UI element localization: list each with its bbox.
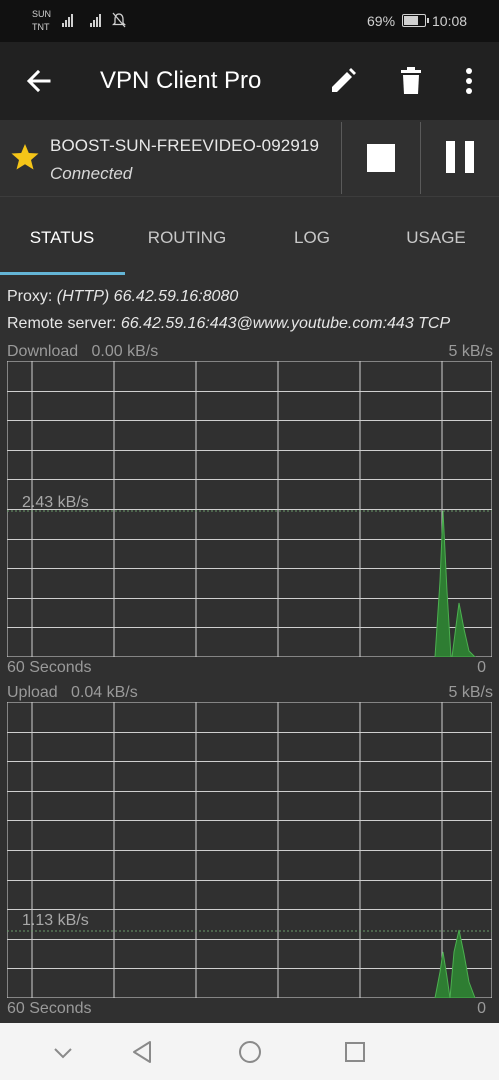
carrier-labels: SUN TNT	[32, 8, 51, 34]
connection-info: Proxy: (HTTP) 66.42.59.16:8080 Remote se…	[0, 284, 499, 340]
upload-current: 0.04 kB/s	[71, 684, 138, 701]
upload-time-zero: 0	[477, 1000, 486, 1017]
vpn-profile-row: BOOST-SUN-FREEVIDEO-092919 Connected	[0, 120, 499, 197]
tab-log[interactable]: LOG	[250, 198, 374, 276]
upload-mid-label: 1.13 kB/s	[22, 912, 89, 929]
profile-name: BOOST-SUN-FREEVIDEO-092919	[50, 136, 320, 155]
pause-button[interactable]	[421, 120, 499, 197]
download-graph-footer: 60 Seconds 0	[7, 659, 493, 677]
pause-icon	[446, 141, 455, 173]
star-icon[interactable]	[10, 142, 40, 172]
circle-home-icon[interactable]	[235, 1037, 265, 1067]
stop-button[interactable]	[343, 120, 420, 197]
download-time-span: 60 Seconds	[7, 659, 92, 676]
divider	[341, 122, 342, 194]
remote-value: 66.42.59.16:443@www.youtube.com:443 TCP	[120, 315, 451, 332]
app-title: VPN Client Pro	[100, 67, 262, 94]
download-mid-label: 2.43 kB/s	[22, 494, 89, 511]
tab-status[interactable]: STATUS	[0, 198, 124, 276]
system-status-bar: SUN TNT 69% 10:08	[0, 0, 499, 42]
upload-graph	[7, 702, 492, 998]
upload-graph-footer: 60 Seconds 0	[7, 1000, 493, 1018]
arrow-back-icon[interactable]	[22, 64, 56, 98]
tab-indicator	[0, 272, 125, 275]
proxy-value: (HTTP) 66.42.59.16:8080	[56, 288, 239, 305]
tab-bar: STATUS ROUTING LOG USAGE	[0, 198, 499, 276]
carrier-top: SUN	[32, 9, 52, 19]
download-time-zero: 0	[477, 659, 486, 676]
carrier-bottom: TNT	[32, 22, 50, 32]
system-nav-bar	[0, 1023, 499, 1080]
download-current: 0.00 kB/s	[91, 343, 159, 360]
download-max: 5 kB/s	[448, 343, 493, 360]
remote-label: Remote server:	[7, 315, 117, 332]
tab-usage[interactable]: USAGE	[374, 198, 498, 276]
remote-server-line: Remote server: 66.42.59.16:443@www.youtu…	[7, 315, 450, 333]
battery-icon	[402, 14, 429, 27]
connection-status: Connected	[50, 164, 133, 183]
pencil-icon[interactable]	[326, 64, 360, 98]
download-graph-header: Download 0.00 kB/s 5 kB/s	[7, 343, 493, 361]
square-recents-icon[interactable]	[340, 1037, 370, 1067]
chevron-down-icon[interactable]	[48, 1037, 78, 1067]
proxy-line: Proxy: (HTTP) 66.42.59.16:8080	[7, 288, 238, 306]
app-toolbar: VPN Client Pro	[0, 42, 499, 120]
upload-time-span: 60 Seconds	[7, 1000, 92, 1017]
trash-icon[interactable]	[394, 64, 428, 98]
signal-1-icon	[62, 13, 73, 27]
download-label: Download	[7, 343, 79, 360]
battery-percent: 69%	[367, 13, 396, 29]
upload-graph-header: Upload 0.04 kB/s 5 kB/s	[7, 684, 493, 702]
stop-icon	[367, 144, 395, 172]
tab-routing[interactable]: ROUTING	[125, 198, 249, 276]
triangle-back-icon[interactable]	[128, 1037, 158, 1067]
more-vert-icon[interactable]	[452, 64, 486, 98]
clock: 10:08	[432, 13, 468, 29]
upload-label: Upload	[7, 684, 58, 701]
bell-off-icon	[112, 12, 126, 28]
pause-icon	[465, 141, 474, 173]
proxy-label: Proxy:	[7, 288, 53, 305]
upload-max: 5 kB/s	[448, 684, 493, 701]
signal-2-icon	[90, 13, 101, 27]
